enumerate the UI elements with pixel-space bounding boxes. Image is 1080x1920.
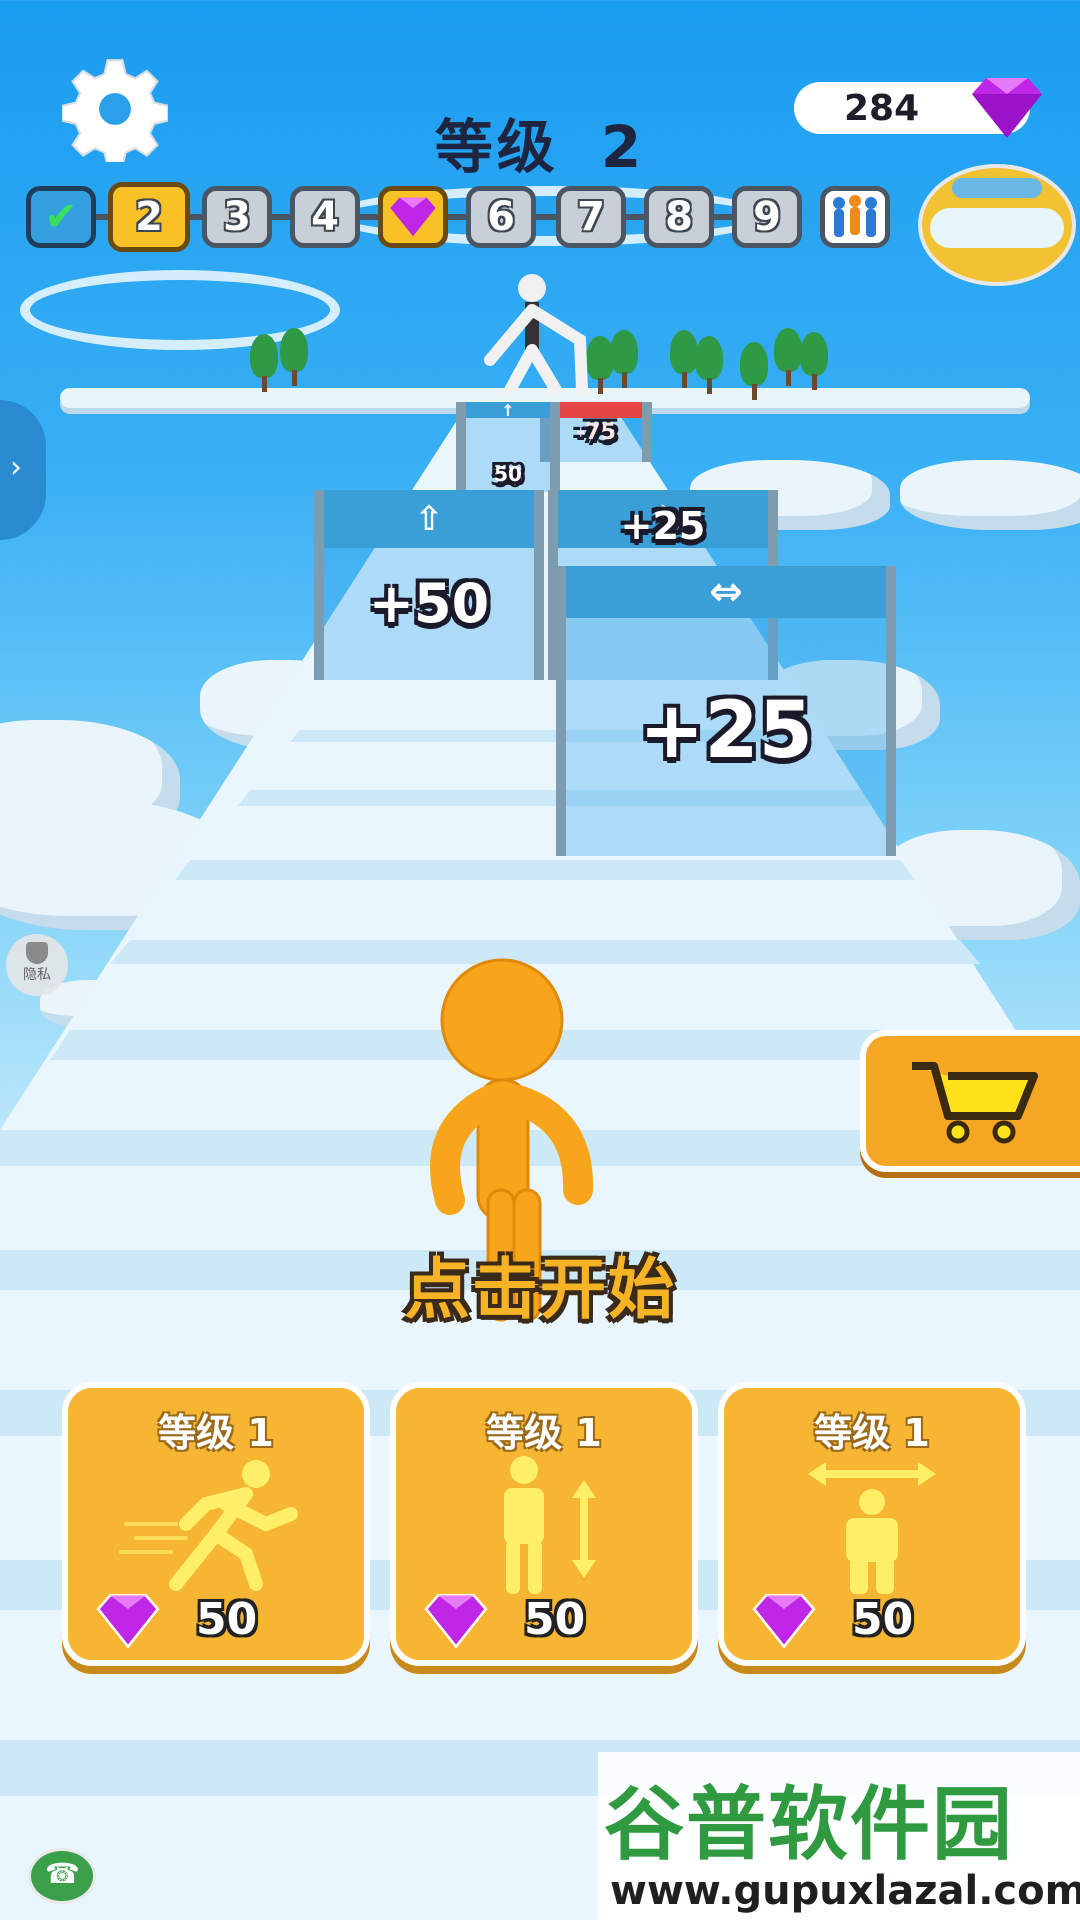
gate-value: +25 bbox=[639, 686, 813, 776]
upgrade-price: 50 bbox=[524, 1594, 586, 1645]
upgrade-card-height[interactable]: 等级 1 50 bbox=[390, 1382, 698, 1666]
upgrade-level: 等级 1 bbox=[486, 1411, 602, 1455]
upgrade-card-speed[interactable]: 等级 1 50 bbox=[62, 1382, 370, 1666]
up-arrow-icon: ⇧ bbox=[414, 499, 444, 539]
upgrade-price: 50 bbox=[196, 1594, 258, 1645]
upgrade-card-width[interactable]: 等级 1 50 bbox=[718, 1382, 1026, 1666]
gate-value: -75 bbox=[576, 420, 616, 445]
tap-to-start-prompt[interactable]: 点击开始 bbox=[0, 1236, 1080, 1332]
shopping-cart-icon bbox=[912, 1062, 1038, 1144]
site-watermark: 谷普软件园 www.gupuxlazal.com bbox=[598, 1752, 1080, 1920]
gate-near: ⇔ +25 bbox=[556, 566, 896, 856]
shop-cart-button[interactable] bbox=[860, 1030, 1080, 1172]
progress-node-7: 7 bbox=[556, 186, 626, 248]
gate-value: 50 bbox=[494, 462, 522, 486]
gem-icon bbox=[390, 197, 436, 237]
gate-banner bbox=[550, 402, 642, 418]
gem-icon bbox=[96, 1594, 160, 1649]
watermark-brand: 谷普软件园 bbox=[604, 1778, 1014, 1871]
privacy-button[interactable]: 隐私 bbox=[6, 934, 68, 996]
upgrade-level: 等级 1 bbox=[814, 1411, 930, 1455]
gem-icon bbox=[424, 1594, 488, 1649]
boss-level-thumbnail bbox=[918, 164, 1076, 286]
progress-node-6: 6 bbox=[466, 186, 536, 248]
gate-banner: ⇧ bbox=[324, 490, 534, 548]
level-title-word: 等级 bbox=[434, 113, 559, 181]
left-right-arrow-icon: ⇔ bbox=[709, 569, 743, 615]
speed-runner-icon bbox=[119, 1460, 298, 1591]
progress-node-4: 4 bbox=[290, 186, 360, 248]
gem-counter[interactable]: 284 bbox=[794, 78, 1042, 138]
gate-value: +50 bbox=[368, 572, 490, 635]
gem-icon bbox=[752, 1594, 816, 1649]
watermark-url: www.gupuxlazal.com bbox=[610, 1868, 1080, 1914]
chevron-right-icon: › bbox=[10, 450, 22, 485]
phone-icon: ☎ bbox=[45, 1857, 80, 1890]
progress-node-boss-team-icon bbox=[820, 186, 890, 248]
privacy-label: 隐私 bbox=[23, 967, 51, 983]
gate-value: +25 bbox=[620, 504, 706, 548]
progress-node-1: ✔ bbox=[26, 186, 96, 248]
gate-banner: ⇔ bbox=[566, 566, 886, 618]
gate-mid-left: ⇧ +50 bbox=[314, 490, 544, 680]
gate-banner: ↑ bbox=[466, 401, 550, 420]
gem-icon bbox=[972, 78, 1042, 138]
progress-node-gem bbox=[378, 186, 448, 248]
customer-service-button[interactable]: ☎ bbox=[28, 1848, 96, 1904]
width-icon bbox=[808, 1462, 936, 1594]
progress-node-8: 8 bbox=[644, 186, 714, 248]
gem-count: 284 bbox=[844, 88, 920, 129]
progress-node-9: 9 bbox=[732, 186, 802, 248]
height-icon bbox=[504, 1456, 596, 1594]
level-title-number: 2 bbox=[600, 113, 646, 181]
gate-hidden: ↑ 50 bbox=[456, 401, 560, 492]
upgrade-level: 等级 1 bbox=[158, 1411, 274, 1455]
progress-node-3: 3 bbox=[202, 186, 272, 248]
upgrade-price: 50 bbox=[852, 1594, 914, 1645]
progress-node-2: 2 bbox=[108, 182, 190, 252]
shield-icon bbox=[26, 942, 48, 964]
